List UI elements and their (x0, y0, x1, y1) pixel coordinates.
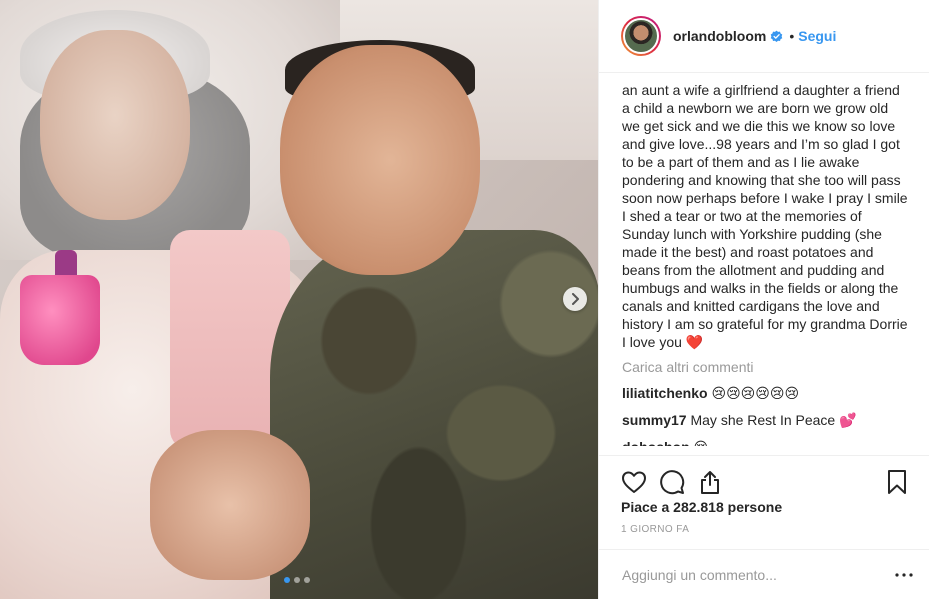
post-username[interactable]: orlandobloom (673, 28, 766, 44)
verified-badge-icon (771, 30, 783, 42)
post-header: orlandobloom • Segui (599, 0, 929, 73)
likes-count[interactable]: Piace a 282.818 persone (621, 499, 782, 515)
photo-grandma-face (40, 30, 190, 220)
comment-input[interactable] (622, 566, 892, 583)
post-date[interactable]: 1 giorno fa (621, 524, 689, 535)
follow-button[interactable]: Segui (798, 28, 836, 44)
more-options-button[interactable] (892, 563, 916, 587)
comment-username[interactable]: dohoshop (622, 439, 690, 446)
more-dots-icon (895, 572, 913, 577)
like-button[interactable] (619, 467, 649, 497)
chevron-right-icon (572, 293, 579, 305)
post-action-bar (599, 455, 929, 499)
instagram-post: orlandobloom • Segui an aunt a wife a gi… (0, 0, 929, 599)
comment-username[interactable]: liliatitchenko (622, 385, 708, 401)
comment-button[interactable] (657, 467, 687, 497)
comments-section[interactable]: an aunt a wife a girlfriend a daughter a… (599, 73, 929, 455)
add-comment-bar (599, 549, 929, 599)
comment-item: liliatitchenko 😢😢😢😢😢😢 (622, 384, 908, 402)
avatar[interactable] (621, 16, 661, 56)
caption-heart-emoji: ❤️ (685, 334, 704, 350)
comment-bubble-icon (660, 469, 685, 494)
comment-text: 😢😢😢😢😢😢 (711, 385, 800, 401)
post-caption: an aunt a wife a girlfriend a daughter a… (622, 81, 908, 351)
carousel-dot (294, 577, 300, 583)
comment-item: dohoshop 😢 (622, 438, 908, 446)
comment-username[interactable]: summy17 (622, 412, 687, 428)
photo-holding-hands (150, 430, 310, 580)
heart-icon (622, 471, 646, 493)
comment-item: summy17 May she Rest In Peace 💕 (622, 411, 908, 429)
save-button[interactable] (882, 467, 912, 497)
share-icon (701, 470, 719, 494)
carousel-next-button[interactable] (563, 287, 587, 311)
avatar-image (623, 18, 659, 54)
caption-text: an aunt a wife a girlfriend a daughter a… (622, 82, 908, 350)
carousel-dot (284, 577, 290, 583)
photo-camo-jacket (270, 230, 598, 599)
header-separator: • (789, 28, 795, 44)
bookmark-icon (888, 469, 906, 494)
share-button[interactable] (695, 467, 725, 497)
post-photo[interactable] (0, 0, 598, 599)
comment-text: 😢 (694, 439, 709, 446)
carousel-indicator (284, 577, 310, 583)
load-more-comments-button[interactable]: Carica altri commenti (622, 359, 908, 375)
post-side-panel: orlandobloom • Segui an aunt a wife a gi… (598, 0, 929, 599)
comment-text: May she Rest In Peace 💕 (690, 412, 857, 428)
photo-man-face (280, 45, 480, 275)
carousel-dot (304, 577, 310, 583)
photo-sippy-cup (20, 275, 100, 365)
